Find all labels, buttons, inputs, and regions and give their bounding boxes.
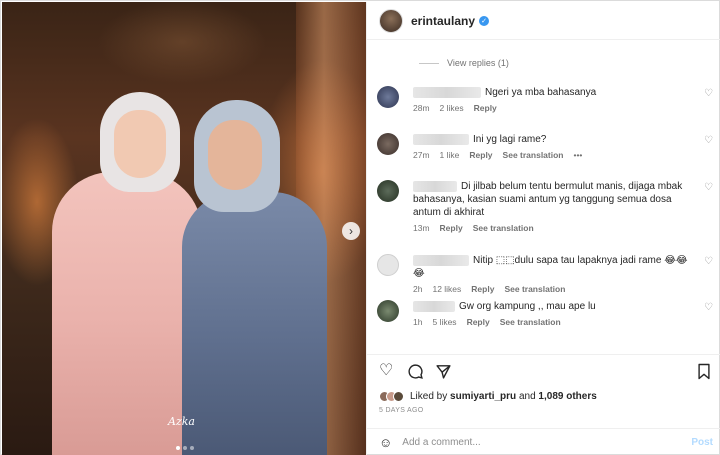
like-comment-heart-icon[interactable]: ♡ [704,88,713,99]
comment-input-bar: ☺ Add a comment... Post [367,428,720,455]
person-right-face [208,120,262,190]
likes-prefix: Liked by [410,391,448,402]
more-options-icon[interactable]: ••• [573,150,582,160]
reply-button[interactable]: Reply [474,103,497,113]
reply-button[interactable]: Reply [469,150,492,160]
next-photo-button[interactable]: › [342,222,360,240]
like-comment-heart-icon[interactable]: ♡ [704,182,713,193]
comment-likes[interactable]: 5 likes [432,317,456,327]
reply-button[interactable]: Reply [471,284,494,294]
comment-meta: 13m Reply See translation [413,223,693,233]
comment-text-row: Gw org kampung ,, mau ape lu [413,300,693,313]
see-translation-button[interactable]: See translation [500,317,561,327]
person-left-face [114,110,166,178]
like-comment-heart-icon[interactable]: ♡ [704,302,713,313]
carousel-indicator [176,446,194,450]
comment-body: Ngeri ya mba bahasanya 28m 2 likes Reply [413,86,693,113]
likes-summary: Liked by sumiyarti_pru and 1,089 others [379,391,597,402]
photo-watermark: Azka [168,415,195,428]
comment-time: 1h [413,317,423,327]
liker-avatar [393,391,404,402]
post-comment-button[interactable]: Post [691,437,713,448]
like-comment-heart-icon[interactable]: ♡ [704,256,713,267]
view-replies-link[interactable]: View replies (1) [419,58,509,68]
comment-meta: 1h 5 likes Reply See translation [413,317,693,327]
person-right-dress [182,192,327,455]
replies-line [419,62,439,64]
comment-likes[interactable]: 12 likes [432,284,461,294]
comment-text-row: Di jilbab belum tentu bermulut manis, di… [413,180,693,219]
chevron-right-icon: › [349,224,353,238]
commenter-avatar[interactable] [377,300,399,322]
comment-time: 28m [413,103,430,113]
comment-body: Gw org kampung ,, mau ape lu 1h 5 likes … [413,300,693,327]
instagram-post-modal: Azka › erintaulany ✓ View replies (1) Ng… [0,0,720,455]
comment-text: Ngeri ya mba bahasanya [485,87,597,98]
commenter-name-blurred[interactable] [413,300,455,312]
comment-meta: 28m 2 likes Reply [413,103,693,113]
comment-likes[interactable]: 2 likes [440,103,464,113]
verified-badge-icon: ✓ [479,15,490,26]
commenter-name-blurred[interactable] [413,254,469,266]
comment-bubble-icon[interactable] [407,363,424,384]
commenter-avatar[interactable] [377,133,399,155]
likes-others-link[interactable]: 1,089 others [538,391,596,402]
reply-button[interactable]: Reply [440,223,463,233]
author-avatar[interactable] [379,8,403,33]
commenter-avatar[interactable] [377,254,399,276]
post-actions-bar: ♡ [367,354,720,386]
commenter-avatar[interactable] [377,86,399,108]
comment-time: 27m [413,150,430,160]
commenter-name-blurred[interactable] [413,180,457,192]
author-username[interactable]: erintaulany [411,14,475,28]
person-left-dress [52,172,202,455]
comment-text-row: Ngeri ya mba bahasanya [413,86,693,99]
reply-button[interactable]: Reply [467,317,490,327]
commenter-name-blurred[interactable] [413,133,469,145]
comment-text-row: Nitip ⬚⬚dulu sapa tau lapaknya jadi rame… [413,254,693,280]
commenter-name-blurred[interactable] [413,86,481,98]
comment-time: 13m [413,223,430,233]
post-photo[interactable]: Azka › [2,2,366,455]
comment-likes[interactable]: 1 like [440,150,460,160]
save-bookmark-icon[interactable] [697,363,711,384]
comment-body: Nitip ⬚⬚dulu sapa tau lapaknya jadi rame… [413,254,693,294]
likes-and: and [518,391,536,402]
commenter-avatar[interactable] [377,180,399,202]
liker-username[interactable]: sumiyarti_pru [450,391,516,402]
see-translation-button[interactable]: See translation [504,284,565,294]
comment-time: 2h [413,284,423,294]
comment-body: Di jilbab belum tentu bermulut manis, di… [413,180,693,233]
view-replies-label: View replies (1) [447,58,509,68]
carousel-dot [183,446,187,450]
like-heart-icon[interactable]: ♡ [379,363,393,379]
post-side-panel: erintaulany ✓ View replies (1) Ngeri ya … [366,2,720,455]
see-translation-button[interactable]: See translation [503,150,564,160]
comment-text: Gw org kampung ,, mau ape lu [459,301,596,312]
comment-body: Ini yg lagi rame? 27m 1 like Reply See t… [413,133,693,160]
see-translation-button[interactable]: See translation [473,223,534,233]
carousel-dot [176,446,180,450]
share-paper-plane-icon[interactable] [435,363,452,384]
carousel-dot [190,446,194,450]
like-comment-heart-icon[interactable]: ♡ [704,135,713,146]
comment-meta: 27m 1 like Reply See translation ••• [413,150,693,160]
comment-text-row: Ini yg lagi rame? [413,133,693,146]
comment-text: Ini yg lagi rame? [473,134,547,145]
post-date: 5 DAYS AGO [379,407,424,414]
post-header: erintaulany ✓ [367,2,720,40]
comment-meta: 2h 12 likes Reply See translation [413,284,693,294]
add-comment-input[interactable]: Add a comment... [402,437,691,448]
likes-text: Liked by sumiyarti_pru and 1,089 others [410,391,597,402]
emoji-smiley-icon[interactable]: ☺ [379,435,392,450]
